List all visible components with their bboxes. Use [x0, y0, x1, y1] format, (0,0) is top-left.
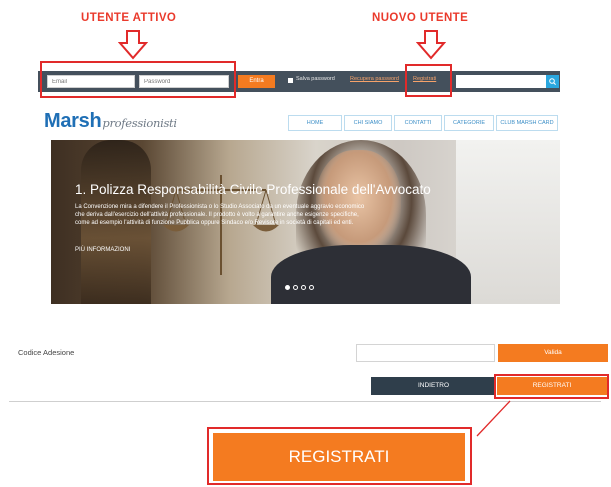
nav-contatti[interactable]: CONTATTI	[394, 115, 442, 131]
hero-person-face	[316, 150, 401, 255]
register-highlight	[494, 374, 609, 399]
new-user-highlight	[405, 64, 452, 97]
register-zoom-highlight	[207, 427, 472, 485]
recover-password-link[interactable]: Recupera password	[350, 76, 399, 82]
search-icon	[549, 78, 556, 85]
search-input[interactable]	[456, 75, 546, 88]
code-input[interactable]	[356, 344, 495, 362]
hero-slider[interactable]: 1. Polizza Responsabilità Civile Profess…	[51, 140, 560, 304]
down-arrow-icon	[118, 30, 148, 60]
remember-label: Salva password	[296, 76, 335, 82]
connector-line	[476, 400, 511, 437]
slider-dot[interactable]	[309, 285, 314, 290]
active-user-highlight	[40, 61, 236, 98]
validate-button[interactable]: Valida	[498, 344, 608, 362]
nav-home[interactable]: HOME	[288, 115, 342, 131]
remember-checkbox[interactable]	[288, 78, 293, 83]
slider-dot[interactable]	[301, 285, 306, 290]
more-info-link[interactable]: PIÙ INFORMAZIONI	[75, 247, 130, 253]
nav-categorie[interactable]: CATEGORIE	[444, 115, 494, 131]
brand-logo[interactable]: Marshprofessionisti	[44, 110, 177, 133]
hero-description: La Convenzione mira a difendere il Profe…	[75, 204, 365, 226]
search-button[interactable]	[546, 75, 559, 88]
nav-club-marsh-card[interactable]: CLUB MARSH CARD	[496, 115, 558, 131]
slider-dot[interactable]	[285, 285, 290, 290]
slider-dot[interactable]	[293, 285, 298, 290]
down-arrow-icon	[416, 30, 446, 60]
hero-title: 1. Polizza Responsabilità Civile Profess…	[75, 182, 431, 197]
brand-tagline: professionisti	[102, 116, 177, 130]
nav-chi-siamo[interactable]: CHI SIAMO	[344, 115, 392, 131]
brand-name: Marsh	[44, 110, 102, 132]
login-button[interactable]: Entra	[238, 75, 275, 88]
hero-person-blazer	[271, 245, 471, 304]
callout-new-user: NUOVO UTENTE	[372, 12, 469, 24]
back-button[interactable]: INDIETRO	[371, 377, 496, 395]
code-label: Codice Adesione	[18, 348, 75, 357]
slider-dots	[285, 277, 317, 295]
callout-active-user: UTENTE ATTIVO	[81, 12, 177, 24]
hero-background-window	[456, 140, 560, 304]
